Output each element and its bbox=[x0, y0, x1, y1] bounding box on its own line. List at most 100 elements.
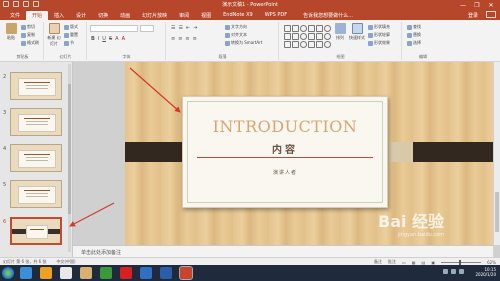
tab-animations[interactable]: 动画 bbox=[114, 11, 136, 20]
browser-icon[interactable] bbox=[140, 267, 152, 279]
new-slide-button[interactable]: 新建 幻灯片 bbox=[46, 23, 62, 47]
normal-view-icon[interactable]: ▭ bbox=[402, 260, 406, 265]
notes-pane[interactable]: 单击此处添加备注 bbox=[73, 245, 493, 257]
shapes-gallery[interactable] bbox=[284, 25, 331, 49]
justify-icon[interactable]: ≡ bbox=[193, 36, 197, 42]
increase-indent-icon[interactable]: ⇥ bbox=[193, 25, 197, 31]
tab-review[interactable]: 审阅 bbox=[173, 11, 195, 20]
shape-rect-icon[interactable] bbox=[316, 33, 323, 40]
slide-author[interactable]: 演讲人者 bbox=[183, 169, 387, 176]
minimize-button[interactable]: — bbox=[456, 0, 470, 10]
close-button[interactable]: ✕ bbox=[484, 0, 498, 10]
tab-view[interactable]: 视图 bbox=[195, 11, 217, 20]
shape-rect-icon[interactable] bbox=[308, 25, 315, 32]
find-button[interactable]: 查找 bbox=[407, 24, 421, 30]
shape-rect-icon[interactable] bbox=[316, 41, 323, 48]
slide-scrollbar-thumb[interactable] bbox=[495, 192, 499, 232]
arrange-button[interactable]: 排列 bbox=[332, 23, 348, 41]
shape-rect-icon[interactable] bbox=[308, 33, 315, 40]
shape-rect-icon[interactable] bbox=[292, 41, 299, 48]
tray-icon[interactable] bbox=[443, 269, 448, 274]
sorter-view-icon[interactable]: ▦ bbox=[412, 260, 416, 265]
italic-button[interactable]: I bbox=[98, 36, 99, 42]
tab-transitions[interactable]: 切换 bbox=[92, 11, 114, 20]
bold-button[interactable]: B bbox=[91, 36, 95, 42]
slide-thumbnail-3[interactable] bbox=[10, 108, 62, 136]
shape-oval-icon[interactable] bbox=[300, 33, 307, 40]
shape-rect-icon[interactable] bbox=[308, 41, 315, 48]
reset-button[interactable]: 重置 bbox=[64, 32, 78, 38]
folder-icon[interactable] bbox=[80, 267, 92, 279]
font-name-input[interactable] bbox=[90, 25, 138, 32]
font-size-input[interactable] bbox=[140, 25, 154, 32]
shape-oval-icon[interactable] bbox=[324, 33, 331, 40]
app-icon[interactable] bbox=[100, 267, 112, 279]
volume-icon[interactable] bbox=[459, 269, 464, 274]
tab-file[interactable]: 文件 bbox=[4, 11, 26, 20]
slide-thumbnail-2[interactable] bbox=[10, 72, 62, 100]
zoom-slider[interactable] bbox=[441, 259, 482, 265]
slide-title-card[interactable]: INTRODUCTION 内容 演讲人者 bbox=[182, 96, 388, 208]
slide-thumbnail-panel[interactable]: 2 3 4 5 6 bbox=[0, 62, 73, 257]
slide-thumbnail-6[interactable] bbox=[10, 217, 62, 245]
shape-rect-icon[interactable] bbox=[292, 25, 299, 32]
section-button[interactable]: 节 bbox=[64, 40, 74, 46]
tell-me-box[interactable]: 告诉我您想要做什么... bbox=[297, 11, 359, 20]
shape-fill-button[interactable]: 形状填充 bbox=[368, 24, 390, 30]
slide-thumbnail-4[interactable] bbox=[10, 144, 62, 172]
copy-button[interactable]: 复制 bbox=[21, 32, 35, 38]
app-icon[interactable] bbox=[60, 267, 72, 279]
font-color-button[interactable]: A bbox=[122, 36, 125, 42]
thumbnail-scrollbar-thumb[interactable] bbox=[68, 84, 71, 214]
quick-styles-button[interactable]: 快速样式 bbox=[349, 23, 365, 41]
tab-slideshow[interactable]: 幻灯片放映 bbox=[136, 11, 173, 20]
shape-rect-icon[interactable] bbox=[292, 33, 299, 40]
align-center-icon[interactable]: ≡ bbox=[178, 36, 182, 42]
decrease-indent-icon[interactable]: ⇤ bbox=[186, 25, 190, 31]
shape-rect-icon[interactable] bbox=[316, 25, 323, 32]
login-link[interactable]: 登录 bbox=[468, 12, 478, 19]
shape-oval-icon[interactable] bbox=[300, 41, 307, 48]
tab-design[interactable]: 设计 bbox=[70, 11, 92, 20]
cut-button[interactable]: 剪切 bbox=[21, 24, 35, 30]
bullets-icon[interactable]: ☰ bbox=[171, 25, 175, 31]
align-right-icon[interactable]: ≡ bbox=[185, 36, 189, 42]
replace-button[interactable]: 替换 bbox=[407, 32, 421, 38]
share-icon[interactable] bbox=[486, 11, 496, 18]
thumbnail-scrollbar[interactable] bbox=[68, 64, 71, 252]
tab-endnote[interactable]: EndNote X9 bbox=[217, 11, 259, 20]
paste-button[interactable]: 粘贴 bbox=[3, 23, 19, 41]
app-icon[interactable] bbox=[120, 267, 132, 279]
tab-wps-pdf[interactable]: WPS PDF bbox=[259, 11, 293, 20]
shape-rect-icon[interactable] bbox=[284, 25, 291, 32]
shape-oval-icon[interactable] bbox=[324, 25, 331, 32]
slide-vertical-scrollbar[interactable] bbox=[493, 62, 500, 245]
slide-thumbnail-5[interactable] bbox=[10, 180, 62, 208]
start-button[interactable] bbox=[2, 267, 14, 279]
underline-button[interactable]: U bbox=[102, 36, 106, 42]
shape-oval-icon[interactable] bbox=[300, 25, 307, 32]
app-icon[interactable] bbox=[20, 267, 32, 279]
app-icon[interactable] bbox=[40, 267, 52, 279]
align-left-icon[interactable]: ≡ bbox=[171, 36, 175, 42]
tab-home[interactable]: 开始 bbox=[26, 11, 49, 20]
layout-button[interactable]: 版式 bbox=[64, 24, 78, 30]
shape-outline-button[interactable]: 形状轮廓 bbox=[368, 32, 390, 38]
change-case-button[interactable]: A bbox=[115, 36, 118, 42]
slide-subtitle[interactable]: 内容 bbox=[183, 141, 387, 156]
word-icon[interactable] bbox=[160, 267, 172, 279]
reading-view-icon[interactable]: ▤ bbox=[422, 260, 426, 265]
shape-oval-icon[interactable] bbox=[324, 41, 331, 48]
align-text-button[interactable]: 对齐文本 bbox=[225, 32, 247, 38]
slide-title[interactable]: INTRODUCTION bbox=[183, 117, 387, 136]
select-button[interactable]: 选择 bbox=[407, 40, 421, 46]
shape-effects-button[interactable]: 形状效果 bbox=[368, 40, 390, 46]
text-direction-button[interactable]: 文字方向 bbox=[225, 24, 247, 30]
numbering-icon[interactable]: ☰ bbox=[178, 25, 182, 31]
network-icon[interactable] bbox=[451, 269, 456, 274]
shape-rect-icon[interactable] bbox=[284, 41, 291, 48]
smartart-button[interactable]: 转换为 SmartArt bbox=[225, 40, 262, 46]
slideshow-view-icon[interactable]: ▣ bbox=[431, 260, 435, 265]
shape-rect-icon[interactable] bbox=[284, 33, 291, 40]
tab-insert[interactable]: 插入 bbox=[48, 11, 70, 20]
